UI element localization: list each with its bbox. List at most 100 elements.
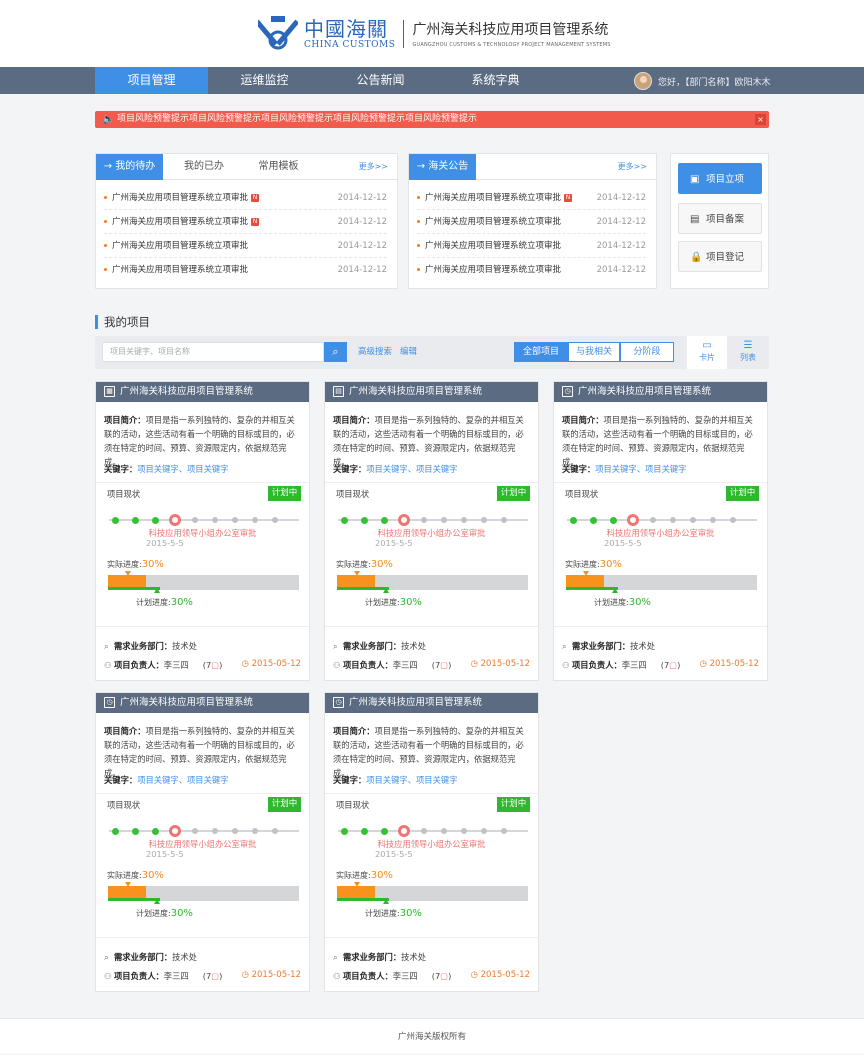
tab-my-todo[interactable]: → 我的待办 (96, 154, 163, 180)
search-input[interactable]: 项目关键字、项目名称 (102, 342, 324, 362)
project-registration-button[interactable]: 🔒 项目登记 (678, 241, 762, 272)
current-stage-text: 科技应用领导小组办公室审批 (606, 528, 715, 538)
project-date: ◷ 2015-05-12 (241, 659, 301, 669)
project-card[interactable]: ▦ 广州海关科技应用项目管理系统 项目简介：项目是指一系列独特的、复杂的并相互关… (95, 381, 310, 681)
plan-marker (611, 588, 618, 593)
progress-bar (108, 575, 299, 590)
project-card[interactable]: ▤ 广州海关科技应用项目管理系统 项目简介：项目是指一系列独特的、复杂的并相互关… (324, 381, 539, 681)
progress-bar (108, 886, 299, 901)
tab-my-done[interactable]: 我的已办 (175, 154, 233, 180)
filter-related-to-me[interactable]: 与我相关 (568, 342, 620, 362)
tab-customs-notice[interactable]: → 海关公告 (409, 154, 476, 180)
timeline-step-7 (232, 517, 238, 523)
list-item[interactable]: 广州海关应用项目管理系统立项审批 2014-12-12 (104, 234, 387, 258)
section-title-my-projects: 我的项目 (95, 315, 150, 329)
status-label: 项目现状 (336, 489, 370, 499)
document-icon: ▤ (333, 386, 344, 397)
close-icon[interactable]: × (755, 114, 766, 125)
card-view-icon: ▭ (702, 340, 712, 351)
search-icon: ⌕ (104, 952, 109, 962)
view-card[interactable]: ▭ 卡片 (687, 336, 727, 369)
list-item[interactable]: 广州海关应用项目管理系统立项审批 2014-12-12 (417, 234, 646, 258)
project-initiation-button[interactable]: ▣ 项目立项 (678, 163, 762, 194)
dept-row: ⌕ 需求业务部门：技术处 (562, 641, 655, 651)
timeline-step-9 (272, 828, 278, 834)
arrow-right-icon: → (103, 161, 116, 172)
clock-icon: ◷ (241, 659, 252, 669)
status-label: 项目现状 (336, 800, 370, 810)
timeline-step-8 (481, 517, 487, 523)
filter-by-stage[interactable]: 分阶段 (620, 342, 674, 362)
avatar[interactable] (634, 72, 652, 90)
search-icon: ⌕ (333, 641, 338, 651)
todo-more-link[interactable]: 更多>> (359, 154, 388, 180)
nav-item-project-management[interactable]: 项目管理 (95, 67, 208, 94)
project-date: ◷ 2015-05-12 (699, 659, 759, 669)
status-badge: 计划中 (497, 486, 530, 501)
comment-count[interactable]: (7▢) (432, 971, 452, 981)
nav-item-dictionary[interactable]: 系统字典 (439, 67, 552, 94)
arrow-right-icon: → (416, 161, 429, 172)
current-stage-text: 科技应用领导小组办公室审批 (377, 839, 486, 849)
new-badge: N (564, 193, 573, 202)
list-item[interactable]: 广州海关应用项目管理系统立项审批 2014-12-12 (417, 210, 646, 234)
clock-icon: ◷ (699, 659, 710, 669)
current-stage-text: 科技应用领导小组办公室审批 (148, 528, 257, 538)
project-card[interactable]: ◷ 广州海关科技应用项目管理系统 项目简介：项目是指一系列独特的、复杂的并相互关… (553, 381, 768, 681)
filter-all-projects[interactable]: 全部项目 (514, 342, 568, 362)
notice-more-link[interactable]: 更多>> (618, 154, 647, 180)
comment-count[interactable]: (7▢) (432, 660, 452, 670)
comment-count[interactable]: (7▢) (203, 971, 223, 981)
project-keywords: 关键字：项目关键字、项目关键字 (104, 464, 229, 474)
risk-alert-text: 项目风险预警提示项目风险预警提示项目风险预警提示项目风险预警提示项目风险预警提示 (117, 114, 478, 124)
search-icon: ⌕ (333, 952, 338, 962)
nav-item-announcements[interactable]: 公告新闻 (324, 67, 437, 94)
timeline-step-2 (589, 516, 597, 524)
user-icon: ⚇ (333, 660, 341, 670)
card-title[interactable]: ◷ 广州海关科技应用项目管理系统 (554, 382, 767, 402)
timeline-step-3 (151, 516, 159, 524)
actual-progress-label: 实际进度:30% (336, 870, 393, 881)
list-item[interactable]: 广州海关应用项目管理系统立项审批 N 2014-12-12 (104, 210, 387, 234)
plan-progress-label: 计划进度:30% (136, 908, 193, 919)
stage-date: 2015-5-5 (375, 849, 413, 859)
card-title[interactable]: ▦ 广州海关科技应用项目管理系统 (96, 382, 309, 402)
tab-templates[interactable]: 常用模板 (246, 154, 311, 180)
search-icon: ⌕ (104, 641, 109, 651)
list-item[interactable]: 广州海关应用项目管理系统立项审批 2014-12-12 (104, 258, 387, 282)
status-badge: 计划中 (497, 797, 530, 812)
clock-icon: ◷ (562, 386, 573, 397)
list-item[interactable]: 广州海关应用项目管理系统立项审批 2014-12-12 (417, 258, 646, 282)
card-title[interactable]: ◷ 广州海关科技应用项目管理系统 (96, 693, 309, 713)
actual-progress-label: 实际进度:30% (107, 559, 164, 570)
project-intro: 项目简介：项目是指一系列独特的、复杂的并相互关联的活动，这些活动有着一个明确的目… (562, 415, 753, 467)
advanced-search-link[interactable]: 高级搜索 (358, 342, 392, 362)
user-info[interactable]: 您好，【部门名称】欧阳木木 (634, 72, 771, 90)
list-item[interactable]: 广州海关应用项目管理系统立项审批 N 2014-12-12 (417, 186, 646, 210)
timeline-step-4 (627, 514, 639, 526)
card-title[interactable]: ▤ 广州海关科技应用项目管理系统 (325, 382, 538, 402)
timeline-step-8 (481, 828, 487, 834)
timeline-step-4 (169, 825, 181, 837)
search-button[interactable]: ⌕ (324, 342, 347, 362)
timeline-step-3 (151, 827, 159, 835)
list-item[interactable]: 广州海关应用项目管理系统立项审批 N 2014-12-12 (104, 186, 387, 210)
timeline-step-6 (212, 517, 218, 523)
nav-item-ops-monitoring[interactable]: 运维监控 (208, 67, 321, 94)
comment-count[interactable]: (7▢) (661, 660, 681, 670)
project-card[interactable]: ◷ 广州海关科技应用项目管理系统 项目简介：项目是指一系列独特的、复杂的并相互关… (95, 692, 310, 992)
project-card[interactable]: ◷ 广州海关科技应用项目管理系统 项目简介：项目是指一系列独特的、复杂的并相互关… (324, 692, 539, 992)
card-title[interactable]: ◷ 广州海关科技应用项目管理系统 (325, 693, 538, 713)
comment-count[interactable]: (7▢) (203, 660, 223, 670)
view-list[interactable]: ☰ 列表 (728, 336, 768, 369)
timeline-step-8 (252, 828, 258, 834)
clock-icon: ◷ (470, 659, 481, 669)
new-badge: N (251, 217, 260, 226)
logo[interactable]: 中國海關 CHINA CUSTOMS 广州海关科技应用项目管理系统 GUANGZ… (258, 14, 611, 54)
edit-link[interactable]: 编辑 (400, 342, 417, 362)
owner-row: ⚇ 项目负责人：李三四 (7▢) (333, 971, 452, 981)
stage-date: 2015-5-5 (604, 538, 642, 548)
project-filing-button[interactable]: ▤ 项目备案 (678, 203, 762, 234)
timeline-step-1 (340, 516, 348, 524)
timeline-step-5 (650, 517, 656, 523)
